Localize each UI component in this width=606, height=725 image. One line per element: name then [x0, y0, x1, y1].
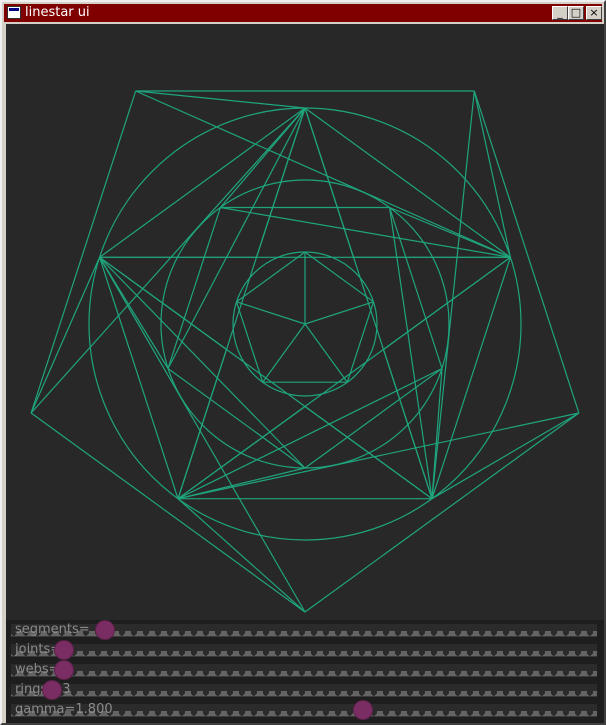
window-title: linestar ui — [25, 5, 90, 20]
title-bar[interactable]: linestar ui _ □ × — [4, 4, 602, 22]
minimize-button[interactable]: _ — [552, 6, 568, 20]
spoke-line — [304, 323, 348, 383]
gamma-label: gamma=1.800 — [15, 702, 113, 717]
gamma-slider-knob[interactable] — [354, 701, 372, 719]
web-line — [220, 206, 511, 258]
gamma-slider[interactable]: gamma=1.800 — [11, 701, 597, 719]
control-panel: segments= joints=4 webs= rings= 3 gamma= — [6, 620, 604, 723]
web-line — [473, 90, 511, 258]
web-line — [255, 107, 306, 258]
web-line — [135, 90, 306, 109]
webs-slider-knob[interactable] — [55, 661, 73, 679]
polygon-edge — [304, 251, 374, 303]
render-area: segments= joints=4 webs= rings= 3 gamma= — [6, 24, 604, 723]
joints-slider[interactable]: joints=4 — [11, 641, 597, 659]
web-line — [177, 467, 306, 500]
polygon-edge — [30, 412, 306, 613]
segments-label: segments= — [15, 622, 90, 637]
web-line — [99, 256, 306, 469]
web-line — [304, 107, 355, 258]
joints-slider-knob[interactable] — [55, 641, 73, 659]
webs-label: webs= — [15, 662, 60, 677]
spoke-line — [262, 323, 306, 383]
slider-track[interactable] — [11, 684, 597, 697]
web-line — [99, 256, 306, 613]
web-line — [304, 406, 433, 500]
web-line — [177, 367, 443, 500]
web-line — [177, 498, 306, 613]
spoke-line — [236, 301, 306, 325]
polygon-edge — [30, 90, 137, 414]
linestar-canvas[interactable] — [6, 24, 604, 620]
web-line — [99, 256, 227, 350]
rings-slider-knob[interactable] — [43, 681, 61, 699]
web-line — [389, 207, 433, 499]
segments-slider-knob[interactable] — [96, 621, 114, 639]
slider-track[interactable] — [11, 644, 597, 657]
web-line — [135, 90, 511, 258]
web-line — [382, 349, 433, 499]
web-line — [431, 412, 580, 500]
polygon-edge — [304, 368, 443, 469]
polygon-edge — [304, 107, 511, 258]
spoke-line — [304, 301, 374, 325]
slider-track[interactable] — [11, 664, 597, 677]
web-line — [177, 349, 228, 499]
segments-slider[interactable]: segments= — [11, 621, 597, 639]
slider-ticks — [11, 651, 597, 656]
rings-slider[interactable]: rings= 3 — [11, 681, 597, 699]
polygon-edge — [99, 107, 306, 258]
web-line — [383, 256, 511, 350]
app-icon[interactable] — [7, 6, 21, 19]
close-button[interactable]: × — [586, 6, 602, 20]
polygon-edge — [473, 90, 580, 414]
web-line — [219, 107, 306, 208]
web-line — [99, 256, 169, 369]
webs-slider[interactable]: webs= — [11, 661, 597, 679]
web-line — [177, 412, 580, 500]
app-window: linestar ui _ □ × segments= joints=4 web… — [0, 0, 606, 725]
web-line — [431, 90, 475, 499]
web-line — [389, 206, 511, 258]
slider-ticks — [11, 671, 597, 676]
polygon-edge — [236, 251, 306, 303]
slider-ticks — [11, 691, 597, 696]
maximize-button[interactable]: □ — [568, 6, 584, 20]
polygon-edge — [167, 368, 306, 469]
